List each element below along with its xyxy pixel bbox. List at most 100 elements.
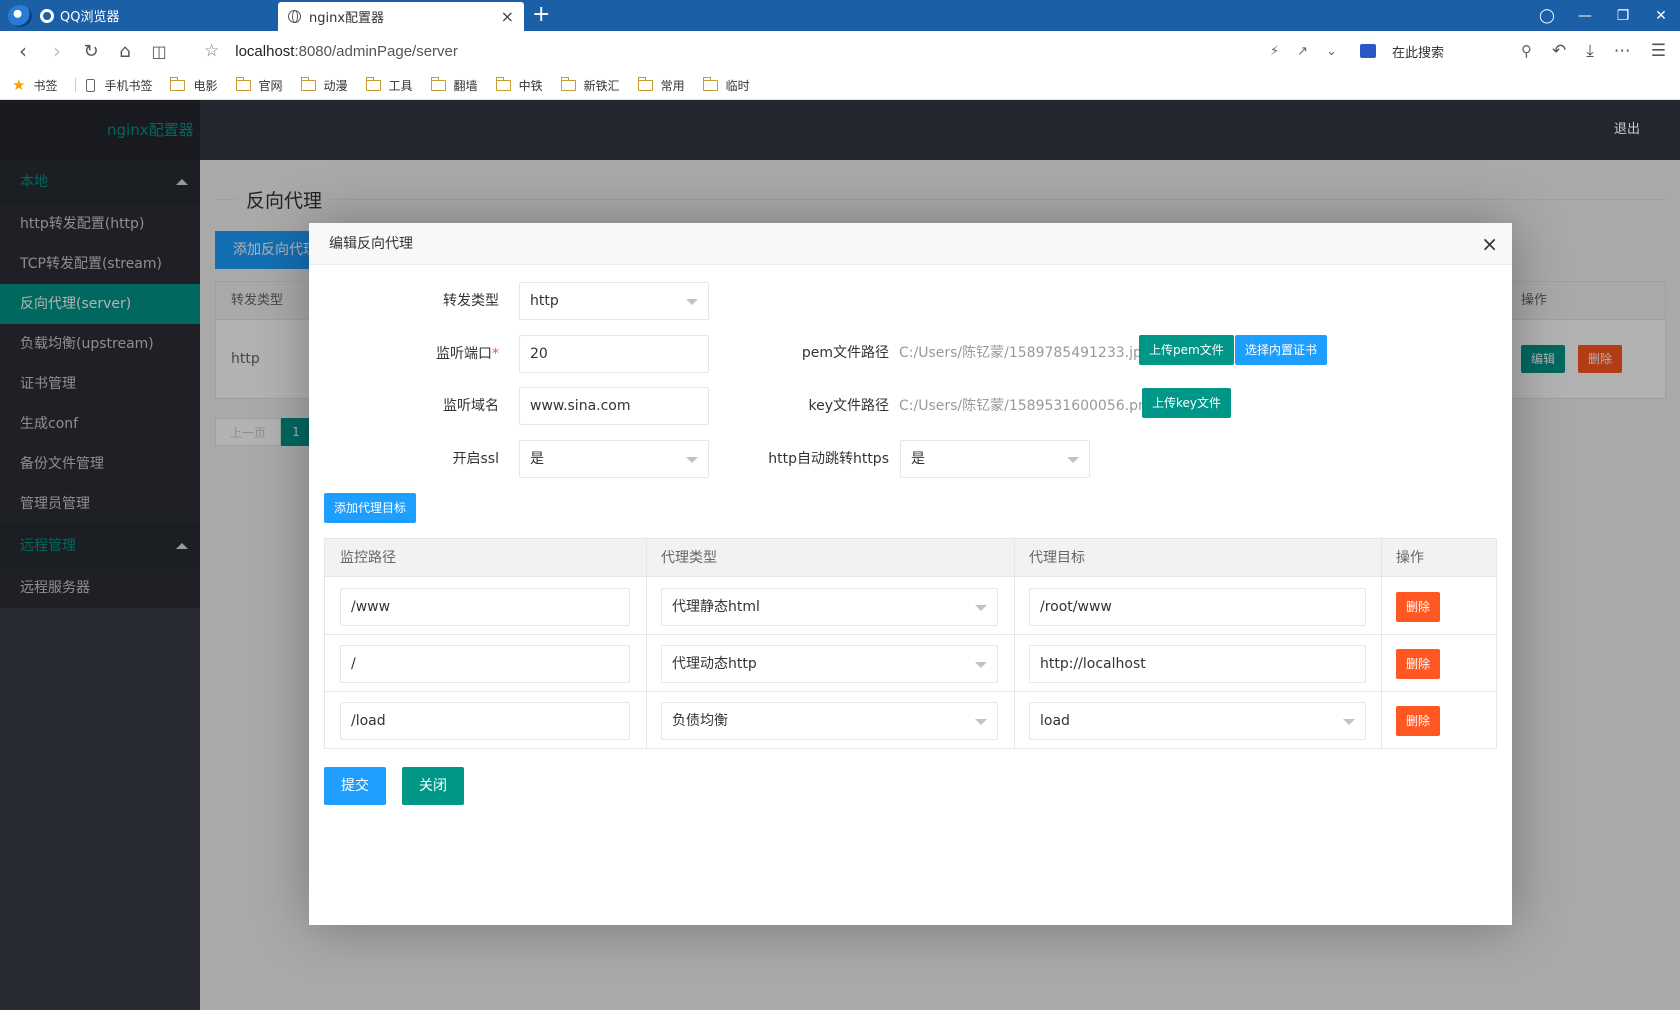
close-button[interactable]: 关闭 <box>402 767 464 805</box>
path-input[interactable]: /www <box>340 588 630 626</box>
target-select[interactable]: load <box>1029 702 1366 740</box>
bookmark-folder[interactable]: 常用 <box>637 76 685 94</box>
browser-tab-active[interactable]: nginx配置器 × <box>278 2 524 31</box>
bookmark-folder[interactable]: 新铁汇 <box>560 76 620 94</box>
close-icon[interactable]: × <box>1481 223 1498 265</box>
chevron-down-icon <box>975 605 987 611</box>
ssl-label: 开启ssl <box>452 451 499 467</box>
browser-app-tab[interactable]: QQ浏览器 <box>0 0 276 31</box>
pem-path: C:/Users/陈钇蒙/1589785491233.jpg <box>899 345 1151 361</box>
target-input[interactable]: http://localhost <box>1029 645 1366 683</box>
chevron-down-icon <box>1343 719 1355 725</box>
bookmark-folder[interactable]: 工具 <box>365 76 413 94</box>
dialog-header: 编辑反向代理 × <box>309 223 1512 265</box>
bookmark-folder[interactable]: 官网 <box>235 76 283 94</box>
address-bar[interactable]: ☆ localhost:8080/adminPage/server <box>204 31 458 71</box>
divider <box>1381 539 1382 748</box>
key-label: key文件路径 <box>808 398 889 414</box>
chevron-down-icon <box>1067 457 1079 463</box>
menu-icon[interactable]: ☰ <box>1651 41 1666 61</box>
submit-button[interactable]: 提交 <box>324 767 386 805</box>
chevron-down-icon[interactable]: ⌄ <box>1326 44 1337 59</box>
search-input[interactable]: 在此搜索 <box>1392 42 1521 61</box>
bookmark-item[interactable]: ★ 书签 <box>12 76 57 94</box>
refresh-icon[interactable]: ↻ <box>74 41 108 62</box>
upload-pem-button[interactable]: 上传pem文件 <box>1139 335 1234 365</box>
column-header-action: 操作 <box>1396 550 1424 566</box>
undo-icon[interactable]: ↶ <box>1552 41 1566 61</box>
app-tab-label: QQ浏览器 <box>60 10 120 25</box>
search-box[interactable]: 在此搜索 ⚲ <box>1359 42 1542 61</box>
pem-label: pem文件路径 <box>801 345 889 361</box>
bookmark-item[interactable]: 手机书签 <box>86 77 152 94</box>
port-input[interactable]: 20 <box>519 335 709 373</box>
active-tab-label: nginx配置器 <box>309 11 385 26</box>
domain-input[interactable]: www.sina.com <box>519 387 709 425</box>
back-icon[interactable]: ‹ <box>6 39 40 63</box>
proxy-type-select[interactable]: 代理动态http <box>661 645 998 683</box>
star-icon: ★ <box>12 76 26 94</box>
edit-proxy-dialog: 编辑反向代理 × 转发类型 http 监听端口* 20 监听域名 www.sin… <box>309 223 1512 925</box>
type-select[interactable]: http <box>519 282 709 320</box>
redirect-label: http自动跳转https <box>768 451 889 467</box>
choose-cert-button[interactable]: 选择内置证书 <box>1235 335 1328 365</box>
favorite-star-icon[interactable]: ☆ <box>204 41 219 61</box>
delete-row-button[interactable]: 删除 <box>1396 649 1441 679</box>
divider <box>646 539 647 748</box>
search-icon[interactable]: ⚲ <box>1521 42 1532 60</box>
bookmark-folder[interactable]: 翻墙 <box>430 76 478 94</box>
dialog-title: 编辑反向代理 <box>329 236 413 252</box>
folder-icon <box>560 76 576 91</box>
proxy-type-select[interactable]: 负债均衡 <box>661 702 998 740</box>
bookmarks-bar: ★ 书签 手机书签 电影 官网 动漫 工具 翻墙 中铁 新铁汇 常用 临时 <box>0 71 1680 100</box>
column-header-type: 代理类型 <box>661 550 717 566</box>
domain-label: 监听域名 <box>443 398 499 414</box>
navbar-right: ⚡ ↗ ⌄ 在此搜索 ⚲ ↶ ⤓ ⋯ ☰ <box>1261 31 1680 71</box>
forward-icon[interactable]: › <box>40 39 74 63</box>
bookmark-folder[interactable]: 中铁 <box>495 76 543 94</box>
minimize-icon[interactable]: — <box>1566 8 1604 24</box>
delete-row-button[interactable]: 删除 <box>1396 592 1441 622</box>
target-input[interactable]: /root/www <box>1029 588 1366 626</box>
bookmark-folder[interactable]: 临时 <box>702 76 750 94</box>
folder-icon <box>170 76 186 91</box>
column-header-path: 监控路径 <box>340 550 396 566</box>
path-input[interactable]: /load <box>340 702 630 740</box>
ssl-select[interactable]: 是 <box>519 440 709 478</box>
home-icon[interactable]: ⌂ <box>108 41 142 62</box>
new-tab-button[interactable]: + <box>532 2 550 28</box>
search-engine-icon[interactable] <box>1359 44 1376 58</box>
tab-close-icon[interactable]: × <box>501 7 514 26</box>
chevron-down-icon <box>975 662 987 668</box>
phone-icon <box>86 78 96 92</box>
modal-overlay[interactable] <box>0 100 200 1010</box>
chevron-down-icon <box>686 457 698 463</box>
bookmark-folder[interactable]: 动漫 <box>300 76 348 94</box>
divider <box>75 78 77 92</box>
path-input[interactable]: / <box>340 645 630 683</box>
browser-avatar-icon[interactable] <box>8 4 32 27</box>
proxy-type-select[interactable]: 代理静态html <box>661 588 998 626</box>
download-icon[interactable]: ⤓ <box>1586 41 1594 61</box>
port-label: 监听端口* <box>436 346 499 362</box>
redirect-select[interactable]: 是 <box>900 440 1090 478</box>
add-target-button[interactable]: 添加代理目标 <box>324 493 417 523</box>
reader-icon[interactable]: ◫ <box>142 42 176 61</box>
url-text[interactable]: localhost:8080/adminPage/server <box>235 43 458 60</box>
divider <box>1014 539 1015 748</box>
folder-icon <box>365 76 381 91</box>
app-header: nginx配置器 退出 <box>0 100 1680 160</box>
shirt-skin-icon[interactable]: ◯ <box>1528 8 1566 24</box>
lightning-icon[interactable]: ⚡ <box>1270 44 1279 59</box>
chevron-down-icon <box>686 299 698 305</box>
bookmark-folder[interactable]: 电影 <box>170 76 218 94</box>
delete-row-button[interactable]: 删除 <box>1396 706 1441 736</box>
share-icon[interactable]: ↗ <box>1297 44 1308 59</box>
upload-key-button[interactable]: 上传key文件 <box>1142 388 1232 418</box>
restore-icon[interactable]: ❐ <box>1604 8 1642 24</box>
window-controls: ◯ — ❐ ✕ <box>1528 0 1680 31</box>
chevron-down-icon <box>975 719 987 725</box>
more-icon[interactable]: ⋯ <box>1614 41 1631 61</box>
logout-link[interactable]: 退出 <box>1614 100 1640 160</box>
window-close-icon[interactable]: ✕ <box>1642 8 1680 24</box>
